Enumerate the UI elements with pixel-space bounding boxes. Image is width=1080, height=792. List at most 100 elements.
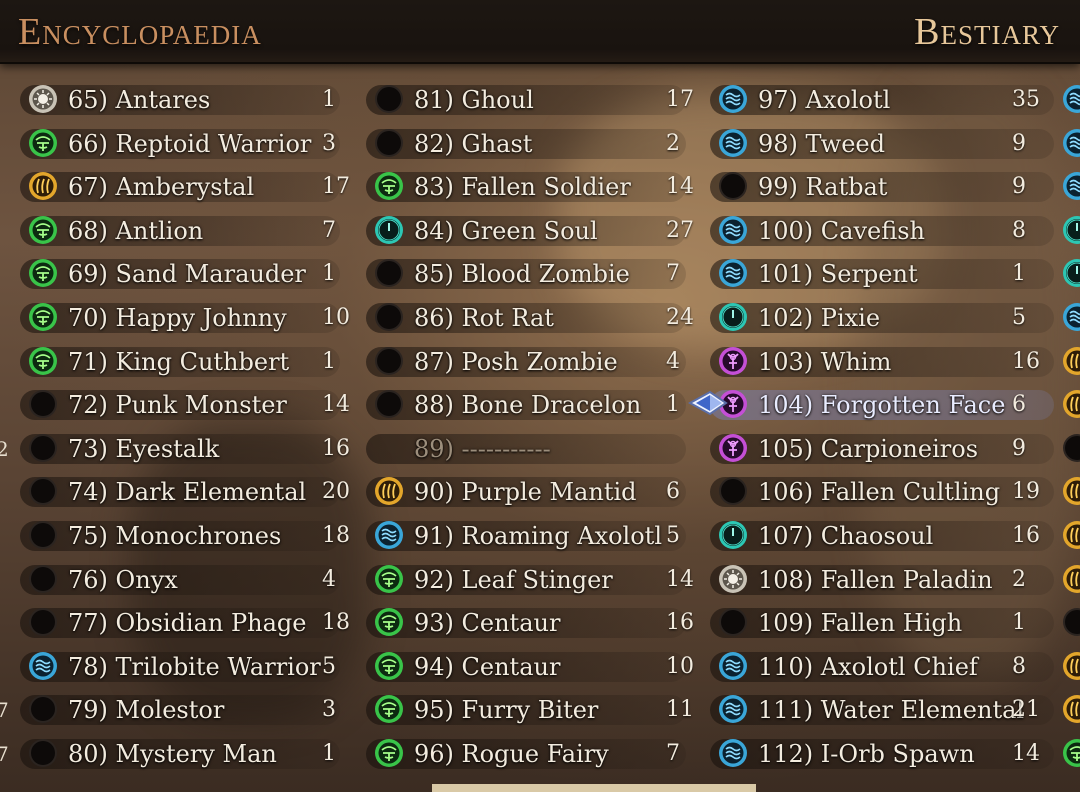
bestiary-entry[interactable]: 97) Axolotl 35	[690, 82, 1060, 118]
bestiary-entry[interactable]: 84) Green Soul 27	[346, 213, 694, 249]
gold-flame-icon[interactable]	[1062, 564, 1080, 594]
entry-name: 99) Ratbat	[758, 173, 888, 202]
dark-void-icon	[374, 346, 404, 376]
encyclopaedia-title[interactable]: Encyclopaedia	[18, 10, 262, 54]
scroll-indicator[interactable]	[432, 784, 756, 792]
bestiary-entry[interactable]: 107) Chaosoul 16	[690, 518, 1060, 554]
blue-water-icon[interactable]	[1062, 84, 1080, 114]
bestiary-entry[interactable]: 87) Posh Zombie 4	[346, 344, 692, 380]
entry-count: 7	[666, 261, 680, 287]
bestiary-entry[interactable]: 100) Cavefish 8	[690, 213, 1060, 249]
bestiary-entry[interactable]: 96) Rogue Fairy 7	[346, 736, 692, 772]
dark-void-icon[interactable]	[1062, 607, 1080, 637]
teal-spirit-icon	[718, 302, 748, 332]
dark-void-icon[interactable]	[1062, 433, 1080, 463]
teal-spirit-icon[interactable]	[1062, 258, 1080, 288]
bestiary-entry[interactable]: 78) Trilobite Warrior 5	[0, 649, 346, 685]
gold-flame-icon[interactable]	[1062, 520, 1080, 550]
bestiary-entry[interactable]: 70) Happy Johnny 10	[0, 300, 350, 336]
entry-name: 67) Amberystal	[68, 173, 255, 202]
bestiary-entry[interactable]: 76) Onyx 4	[0, 562, 346, 598]
bestiary-entry[interactable]: 65) Antares 1	[0, 82, 346, 118]
bestiary-entry[interactable]: 90) Purple Mantid 6	[346, 474, 692, 510]
bestiary-entry[interactable]: 99) Ratbat 9	[690, 169, 1060, 205]
bestiary-entry[interactable]: 95) Furry Biter 11	[346, 692, 694, 728]
bestiary-entry[interactable]: 89) -----------	[346, 431, 692, 467]
bestiary-entry[interactable]: 77) Obsidian Phage 18	[0, 605, 350, 641]
bestiary-entry[interactable]: 111) Water Elemental 21	[690, 692, 1060, 728]
entry-count: 35	[1012, 87, 1040, 112]
bestiary-entry[interactable]: 108) Fallen Paladin 2	[690, 562, 1060, 598]
entry-count: 5	[1012, 305, 1026, 330]
bestiary-entry[interactable]: 88) Bone Dracelon 1	[346, 387, 692, 423]
bestiary-entry[interactable]: 98) Tweed 9	[690, 126, 1060, 162]
bestiary-entry[interactable]: 74) Dark Elemental 20	[0, 474, 350, 510]
gold-flame-icon[interactable]	[1062, 389, 1080, 419]
selection-pointer-icon	[688, 390, 728, 416]
bestiary-entry[interactable]: 72) Punk Monster 14	[0, 387, 350, 423]
bestiary-entry[interactable]: 85) Blood Zombie 7	[346, 256, 692, 292]
bestiary-entry[interactable]: 101) Serpent 1	[690, 256, 1060, 292]
entry-name: 112) I-Orb Spawn	[758, 740, 975, 768]
bestiary-entry[interactable]: 92) Leaf Stinger 14	[346, 562, 694, 598]
gold-flame-icon[interactable]	[1062, 694, 1080, 724]
dark-void-icon	[374, 302, 404, 332]
bestiary-entry[interactable]: 83) Fallen Soldier 14	[346, 169, 694, 205]
bestiary-entry[interactable]: 73) Eyestalk 16	[0, 431, 350, 467]
bestiary-entry[interactable]: 80) Mystery Man 1	[0, 736, 346, 772]
entry-name: 80) Mystery Man	[68, 740, 277, 768]
entry-name: 95) Furry Biter	[414, 696, 599, 725]
entry-name: 76) Onyx	[68, 565, 178, 594]
dark-void-icon	[374, 84, 404, 114]
gold-flame-icon[interactable]	[1062, 651, 1080, 681]
bestiary-entry[interactable]: 94) Centaur 10	[346, 649, 694, 685]
green-plant-icon	[374, 171, 404, 201]
bestiary-entry[interactable]: 86) Rot Rat 24	[346, 300, 694, 336]
entry-name: 96) Rogue Fairy	[414, 740, 609, 768]
silver-sun-icon	[718, 564, 748, 594]
bestiary-entry[interactable]: 82) Ghast 2	[346, 126, 692, 162]
bestiary-entry[interactable]: 109) Fallen High 1	[690, 605, 1060, 641]
bestiary-entry[interactable]: 67) Amberystal 17	[0, 169, 350, 205]
dark-void-icon	[374, 128, 404, 158]
gold-flame-icon[interactable]	[1062, 346, 1080, 376]
gold-flame-icon[interactable]	[1062, 476, 1080, 506]
bestiary-entry[interactable]: 68) Antlion 7	[0, 213, 346, 249]
bestiary-entry[interactable]: 112) I-Orb Spawn 14	[690, 736, 1060, 772]
bestiary-entry[interactable]: 93) Centaur 16	[346, 605, 694, 641]
entry-name: 88) Bone Dracelon	[414, 391, 642, 420]
bestiary-entry[interactable]: 79) Molestor 3	[0, 692, 346, 728]
bestiary-entry[interactable]: 106) Fallen Cultling 19	[690, 474, 1060, 510]
blue-water-icon[interactable]	[1062, 171, 1080, 201]
entry-name: 91) Roaming Axolotl	[414, 522, 663, 550]
blue-water-icon	[718, 215, 748, 245]
green-plant-icon	[374, 738, 404, 768]
entry-count: 7	[666, 741, 680, 766]
bestiary-entry[interactable]: 91) Roaming Axolotl 5	[346, 518, 692, 554]
dark-void-icon	[374, 389, 404, 419]
entry-name: 94) Centaur	[414, 652, 561, 681]
bestiary-entry[interactable]: 69) Sand Marauder 1	[0, 256, 346, 292]
bestiary-entry[interactable]: 103) Whim 16	[690, 344, 1060, 380]
green-plant-icon[interactable]	[1062, 738, 1080, 768]
bestiary-entry[interactable]: 81) Ghoul 17	[346, 82, 694, 118]
bestiary-entry[interactable]: 66) Reptoid Warrior 3	[0, 126, 346, 162]
blue-water-icon[interactable]	[1062, 302, 1080, 332]
entry-name: 92) Leaf Stinger	[414, 565, 613, 594]
bestiary-entry[interactable]: 104) Forgotten Face 6	[690, 387, 1060, 423]
entry-count: 19	[1012, 479, 1040, 505]
bestiary-entry[interactable]: 75) Monochrones 18	[0, 518, 350, 554]
entry-name: 77) Obsidian Phage	[68, 609, 307, 638]
entry-count: 7	[322, 217, 336, 243]
bestiary-entry[interactable]: 110) Axolotl Chief 8	[690, 649, 1060, 685]
bestiary-entry[interactable]: 71) King Cuthbert 1	[0, 344, 346, 380]
entry-name: 110) Axolotl Chief	[758, 652, 978, 681]
bestiary-entry[interactable]: 102) Pixie 5	[690, 300, 1060, 336]
entry-name: 109) Fallen High	[758, 609, 963, 638]
entry-name: 105) Carpioneiros	[758, 434, 979, 463]
bestiary-entry[interactable]: 105) Carpioneiros 9	[690, 431, 1060, 467]
bestiary-screen: Encyclopaedia Bestiary 65) Antares 1 66) …	[0, 0, 1080, 792]
blue-water-icon[interactable]	[1062, 128, 1080, 158]
blue-water-icon	[718, 651, 748, 681]
teal-spirit-icon[interactable]	[1062, 215, 1080, 245]
